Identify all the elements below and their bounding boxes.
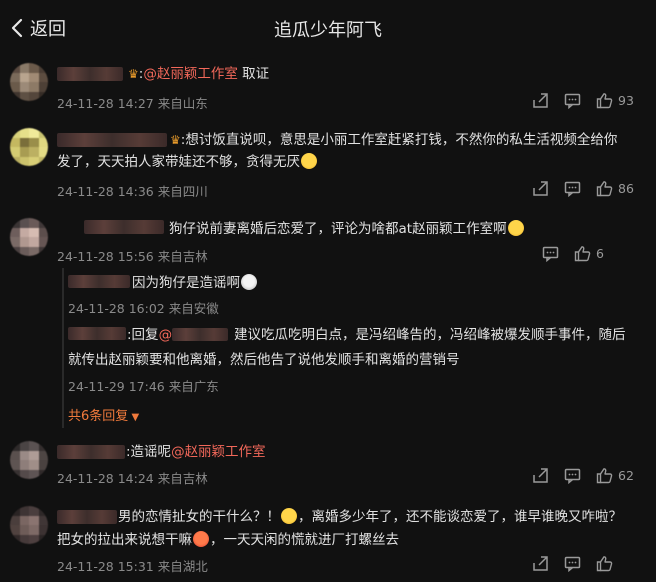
like-count: 86 bbox=[618, 180, 634, 196]
comment-button[interactable] bbox=[562, 465, 582, 485]
like-button[interactable] bbox=[594, 465, 614, 485]
comment-text: :造谣呢@赵丽颖工作室 bbox=[126, 444, 266, 460]
comment-text: ♛:想讨饭直说呗，意思是小丽工作室赶紧打钱，不然你的私生活视频全给你 bbox=[170, 132, 618, 148]
comment-meta: 24-11-28 14:27 来自山东 bbox=[57, 96, 208, 111]
share-button[interactable] bbox=[530, 465, 550, 485]
like-button[interactable] bbox=[594, 178, 614, 198]
more-replies-link[interactable]: 共6条回复 ▼ bbox=[68, 405, 139, 424]
page-title: 追瓜少年阿飞 bbox=[274, 20, 382, 41]
like-button[interactable] bbox=[594, 553, 614, 573]
comment-icon bbox=[564, 556, 580, 572]
comment-actions: 86 bbox=[530, 178, 634, 198]
thumbs-up-icon bbox=[596, 180, 612, 196]
comment-button[interactable] bbox=[562, 553, 582, 573]
username-blurred[interactable] bbox=[57, 133, 167, 147]
username-blurred[interactable] bbox=[172, 328, 229, 341]
share-button[interactable] bbox=[530, 553, 550, 573]
comment-button[interactable] bbox=[562, 178, 582, 198]
comment-icon bbox=[564, 93, 580, 109]
avatar[interactable] bbox=[10, 63, 48, 101]
thumbs-up-icon bbox=[596, 555, 612, 571]
mention-link[interactable]: @赵丽颖工作室 bbox=[171, 444, 266, 460]
smile-emoji-icon bbox=[281, 508, 297, 524]
reply-text: :回复@ 建议吃瓜吃明白点，是冯绍峰告的，冯绍峰被爆发顺手事件，随后 bbox=[127, 327, 626, 343]
share-button[interactable] bbox=[530, 178, 550, 198]
reply-meta: 24-11-28 16:02 来自安徽 bbox=[68, 301, 219, 316]
comment-button[interactable] bbox=[540, 243, 560, 263]
share-icon bbox=[532, 467, 548, 483]
username-blurred[interactable] bbox=[57, 445, 125, 459]
like-count: 93 bbox=[618, 92, 634, 108]
comment-text-line2: 把女的拉出来说想干嘛 ，一天天闲的慌就进厂打螺丝去 bbox=[57, 531, 399, 548]
reply-text-line2: 就传出赵丽颖要和他离婚，然后他告了说他发顺手和离婚的营销号 bbox=[68, 352, 460, 368]
avatar[interactable] bbox=[10, 128, 48, 166]
like-button[interactable] bbox=[594, 90, 614, 110]
shocked-emoji-icon bbox=[241, 274, 257, 290]
username-blurred[interactable] bbox=[57, 67, 123, 81]
comment-text-line2: 发了，天天拍人家带娃还不够，贪得无厌 bbox=[57, 151, 318, 173]
share-icon bbox=[532, 555, 548, 571]
mention-link[interactable]: @赵丽颖工作室 bbox=[143, 66, 238, 82]
like-button[interactable] bbox=[572, 243, 592, 263]
comment-actions: 62 bbox=[530, 465, 634, 485]
share-icon bbox=[532, 180, 548, 196]
username-blurred[interactable] bbox=[84, 220, 164, 234]
reply-meta: 24-11-29 17:46 来自广东 bbox=[68, 379, 219, 394]
comment-icon bbox=[564, 468, 580, 484]
crying-emoji-icon bbox=[301, 153, 317, 169]
username-blurred[interactable] bbox=[68, 327, 126, 340]
top-bar: 返回 追瓜少年阿飞 bbox=[0, 0, 656, 56]
comment-actions: 93 bbox=[530, 90, 634, 110]
thumbs-up-icon bbox=[596, 92, 612, 108]
caret-down-icon: ▼ bbox=[128, 412, 140, 423]
thumbs-up-icon bbox=[574, 245, 590, 261]
sleepy-emoji-icon bbox=[507, 220, 524, 236]
comment-text: 狗仔说前妻离婚后恋爱了，评论为啥都at赵丽颖工作室啊 bbox=[169, 218, 525, 240]
angry-emoji-icon bbox=[193, 531, 209, 547]
username-blurred[interactable] bbox=[68, 275, 130, 288]
thumbs-up-icon bbox=[596, 467, 612, 483]
username-blurred[interactable] bbox=[57, 510, 117, 524]
vip-badge-icon: ♛ bbox=[170, 133, 181, 147]
like-count: 62 bbox=[618, 467, 634, 483]
share-icon bbox=[532, 92, 548, 108]
comment-meta: 24-11-28 15:31 来自湖北 bbox=[57, 559, 208, 574]
comment-meta: 24-11-28 14:24 来自吉林 bbox=[57, 471, 208, 486]
share-button[interactable] bbox=[530, 90, 550, 110]
avatar[interactable] bbox=[10, 218, 48, 256]
avatar[interactable] bbox=[10, 441, 48, 479]
comment-text: 男的恋情扯女的干什么？！ ，离婚多少年了，还不能谈恋爱了，谁早谁晚又咋啦？ bbox=[118, 508, 622, 525]
like-count: 6 bbox=[596, 245, 604, 261]
comment-meta: 24-11-28 15:56 来自吉林 bbox=[57, 249, 208, 264]
comment-actions: 6 bbox=[540, 243, 604, 263]
comment-meta: 24-11-28 14:36 来自四川 bbox=[57, 184, 208, 199]
vip-badge-icon: ♛ bbox=[128, 67, 139, 81]
reply-text: 因为狗仔是造谣啊 bbox=[132, 272, 258, 294]
comment-icon bbox=[564, 181, 580, 197]
avatar[interactable] bbox=[10, 506, 48, 544]
comment-actions bbox=[530, 553, 614, 573]
comment-text: ♛:@赵丽颖工作室 取证 bbox=[128, 66, 270, 82]
comment-icon bbox=[542, 246, 558, 262]
mention-link[interactable]: @ bbox=[159, 327, 173, 343]
comment-button[interactable] bbox=[562, 90, 582, 110]
